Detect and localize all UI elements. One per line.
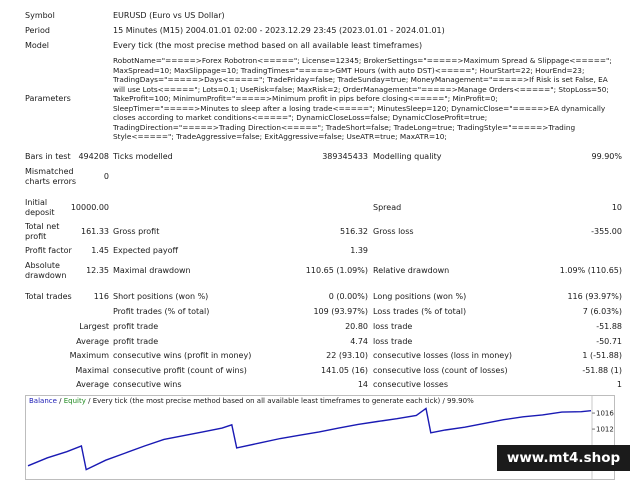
largest-label: Largest: [79, 322, 109, 331]
maximal-label: Maximal: [75, 366, 109, 375]
avg-wins-label: consecutive wins: [113, 380, 182, 389]
average-loss-value: -50.71: [596, 337, 622, 346]
quality-label: Modelling quality: [373, 152, 442, 161]
long-label: Long positions (won %): [373, 292, 467, 301]
payoff-label: Expected payoff: [113, 246, 178, 255]
netprofit-value: 161.33: [81, 227, 109, 236]
absdd-label-1: Absolute: [25, 261, 60, 270]
watermark-logo: www.mt4.shop: [497, 445, 630, 471]
largest-loss-label: loss trade: [373, 322, 413, 331]
maxdd-value: 110.65 (1.09%): [305, 266, 368, 275]
short-value: 0 (0.00%): [328, 292, 368, 301]
model-value: Every tick (the most precise method base…: [113, 41, 423, 50]
spread-value: 10: [611, 203, 622, 212]
avgcons-label: Average: [76, 380, 109, 389]
parameters-label: Parameters: [25, 94, 71, 103]
losstrades-label: Loss trades (% of total): [373, 307, 467, 316]
maximal-loss-value: -51.88 (1): [582, 366, 622, 375]
y-tick-label: 10126: [596, 426, 614, 434]
profittrades-label: Profit trades (% of total): [113, 307, 210, 316]
y-tick-label: 10160: [596, 410, 614, 418]
largest-profit-value: 20.80: [345, 322, 368, 331]
long-value: 116 (93.97%): [567, 292, 622, 301]
reldd-label: Relative drawdown: [373, 266, 450, 275]
grossloss-label: Gross loss: [373, 227, 414, 236]
absdd-value: 12.35: [86, 266, 109, 275]
trades-value: 116: [93, 292, 109, 301]
short-label: Short positions (won %): [113, 292, 209, 301]
largest-loss-value: -51.88: [596, 322, 622, 331]
model-label: Model: [25, 41, 50, 50]
reldd-value: 1.09% (110.65): [559, 266, 622, 275]
max-wins-value: 22 (93.10): [326, 351, 368, 360]
pf-value: 1.45: [91, 246, 109, 255]
period-label: Period: [25, 26, 50, 35]
payoff-value: 1.39: [350, 246, 368, 255]
grossprofit-value: 516.32: [340, 227, 368, 236]
bars-value: 494208: [78, 152, 109, 161]
avg-losses-label: consecutive losses: [373, 380, 449, 389]
avg-wins-value: 14: [357, 380, 368, 389]
average-label: Average: [76, 337, 109, 346]
ticks-value: 389345433: [322, 152, 368, 161]
netprofit-label-2: profit: [25, 232, 47, 241]
maximum-label: Maximum: [69, 351, 109, 360]
maximal-profit-value: 141.05 (16): [321, 366, 368, 375]
largest-profit-label: profit trade: [113, 322, 159, 331]
average-loss-label: loss trade: [373, 337, 413, 346]
average-profit-value: 4.74: [350, 337, 368, 346]
ticks-label: Ticks modelled: [113, 152, 173, 161]
maximal-loss-label: consecutive loss (count of losses): [373, 366, 508, 375]
symbol-label: Symbol: [25, 11, 55, 20]
spread-label: Spread: [373, 203, 402, 212]
mismatched-value: 0: [103, 172, 109, 181]
quality-value: 99.90%: [591, 152, 622, 161]
maximal-profit-label: consecutive profit (count of wins): [113, 366, 247, 375]
grossprofit-label: Gross profit: [113, 227, 160, 236]
deposit-label-1: Initial: [25, 198, 48, 207]
max-wins-label: consecutive wins (profit in money): [113, 351, 252, 360]
period-value: 15 Minutes (M15) 2004.01.01 02:00 - 2023…: [113, 26, 445, 35]
netprofit-label-1: Total net: [25, 222, 60, 231]
profittrades-value: 109 (93.97%): [313, 307, 368, 316]
max-losses-value: 1 (-51.88): [582, 351, 622, 360]
parameters-value: RobotName="=====>Forex Robotron<====="; …: [113, 56, 612, 141]
average-profit-label: profit trade: [113, 337, 159, 346]
avg-losses-value: 1: [616, 380, 622, 389]
losstrades-value: 7 (6.03%): [582, 307, 622, 316]
deposit-value: 10000.00: [70, 203, 109, 212]
max-losses-label: consecutive losses (loss in money): [373, 351, 513, 360]
maxdd-label: Maximal drawdown: [113, 266, 191, 275]
symbol-value: EURUSD (Euro vs US Dollar): [113, 11, 225, 20]
grossloss-value: -355.00: [591, 227, 622, 236]
